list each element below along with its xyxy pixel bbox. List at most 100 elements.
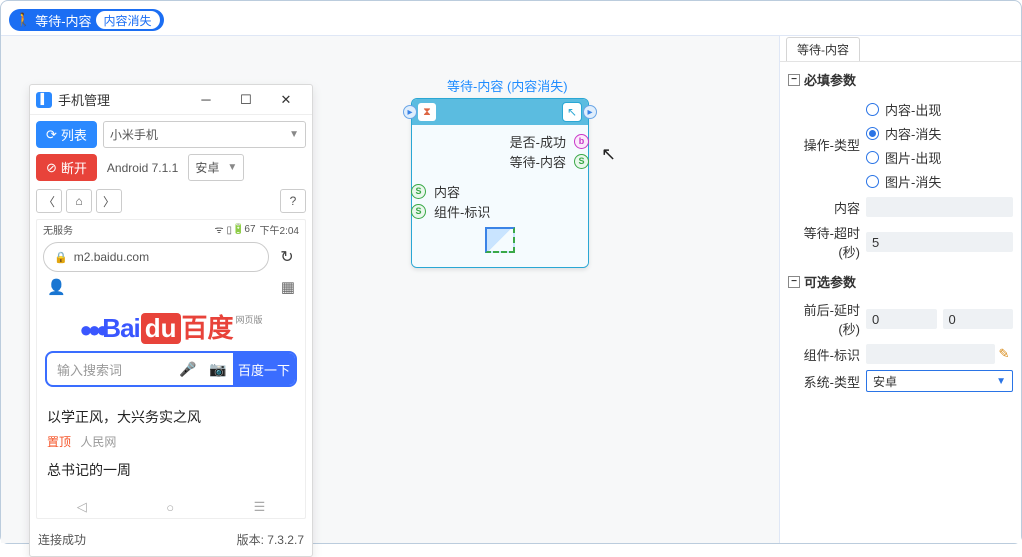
window-title: 手机管理 <box>58 90 186 109</box>
radio-option[interactable]: 图片-消失 <box>866 172 1013 191</box>
out-port-string[interactable]: S <box>574 154 589 169</box>
flow-out-port[interactable]: ▸ <box>583 105 597 119</box>
search-box[interactable]: 输入搜索词 🎤 📷 百度一下 <box>45 351 297 387</box>
system-type-label: 系统-类型 <box>788 372 866 391</box>
out-success-label: 是否-成功 <box>510 132 566 151</box>
radio-option[interactable]: 内容-出现 <box>866 100 1013 119</box>
connection-status: 连接成功 <box>38 531 86 548</box>
minimize-button[interactable]: ─ <box>186 86 226 114</box>
timeout-input[interactable]: 5 <box>866 232 1013 252</box>
panel-tab[interactable]: 等待-内容 <box>786 37 860 61</box>
radio-icon <box>866 103 879 116</box>
cursor-icon: ↖ <box>601 144 616 165</box>
out-port-bool[interactable]: b <box>574 134 589 149</box>
flow-in-port[interactable]: ▸ <box>403 105 417 119</box>
list-button[interactable]: ⟳ 列表 <box>36 121 97 148</box>
reload-button[interactable]: ↻ <box>275 247 299 267</box>
feed-item-2[interactable]: 总书记的一周 <box>47 458 295 486</box>
delay-before-input[interactable]: 0 <box>866 309 937 329</box>
node-title: 等待-内容 (内容消失) <box>411 76 589 98</box>
radio-option[interactable]: 内容-消失 <box>866 124 1013 143</box>
device-value: 小米手机 <box>110 126 158 143</box>
disconnect-button[interactable]: ⊘ 断开 <box>36 154 97 181</box>
component-id-input[interactable] <box>866 344 995 364</box>
phone-manager-window: ▌ 手机管理 ─ ☐ ✕ ⟳ 列表 小米手机 ▼ <box>29 84 313 557</box>
address-bar[interactable]: 🔒 m2.baidu.com <box>43 242 269 272</box>
chevron-down-icon: ▼ <box>227 162 237 173</box>
help-button[interactable]: ? <box>280 189 306 213</box>
workflow-canvas[interactable]: ▌ 手机管理 ─ ☐ ✕ ⟳ 列表 小米手机 ▼ <box>1 35 779 543</box>
camera-icon[interactable]: 📷 <box>203 353 233 385</box>
signal-icon: ᯤ ▯ <box>215 222 232 236</box>
badge-main: 等待-内容 <box>35 11 91 30</box>
list-label: 列表 <box>61 125 87 144</box>
out-wait-label: 等待-内容 <box>510 152 566 171</box>
device-select[interactable]: 小米手机 ▼ <box>103 121 306 148</box>
radio-label: 内容-消失 <box>885 124 941 143</box>
paw-icon: ●●● <box>79 317 104 343</box>
nav-home-icon[interactable]: ○ <box>166 500 174 515</box>
edit-icon[interactable]: ✎ <box>995 346 1013 362</box>
forward-button[interactable]: 〉 <box>96 189 122 213</box>
required-section-title: 必填参数 <box>804 70 856 89</box>
feed-item-1[interactable]: 以学正风，大兴务实之风 <box>47 403 295 431</box>
clock: 下午2:04 <box>260 222 299 237</box>
hourglass-icon: ⧗ <box>418 103 436 121</box>
grid-icon[interactable]: ▦ <box>281 278 295 296</box>
radio-label: 图片-出现 <box>885 148 941 167</box>
os-text: Android 7.1.1 <box>103 161 182 175</box>
search-button[interactable]: 百度一下 <box>233 353 295 385</box>
content-label: 内容 <box>788 198 866 217</box>
walk-icon: 🚶 <box>15 12 31 28</box>
forbid-icon: ⊘ <box>46 160 57 176</box>
in-component-label: 组件-标识 <box>434 202 490 221</box>
in-content-label: 内容 <box>434 182 460 201</box>
nav-recent-icon[interactable]: ☰ <box>254 499 266 515</box>
badge-sub: 内容消失 <box>96 11 160 29</box>
properties-panel: 等待-内容 − 必填参数 操作-类型 内容-出现内容-消失图片-出现图片-消失 … <box>779 35 1021 543</box>
collapse-toggle[interactable]: − <box>788 276 800 288</box>
disconnect-label: 断开 <box>61 158 87 177</box>
search-input[interactable]: 输入搜索词 <box>47 353 173 385</box>
workflow-node[interactable]: ▸ ▸ ⧗ ↖ 是否-成功 b 等待-内容 S <box>411 98 589 268</box>
service-status: 无服务 <box>43 222 215 237</box>
cursor-select-icon[interactable]: ↖ <box>562 102 582 122</box>
pin-label: 置顶 <box>47 435 71 449</box>
home-button[interactable]: ⌂ <box>66 189 92 213</box>
operation-type-label: 操作-类型 <box>788 135 866 154</box>
radio-label: 图片-消失 <box>885 172 941 191</box>
feed-source: 人民网 <box>80 435 116 449</box>
lock-icon: 🔒 <box>54 251 68 264</box>
version-label: 版本: 7.3.2.7 <box>237 531 304 548</box>
radio-icon <box>866 175 879 188</box>
timeout-label: 等待-超时(秒) <box>788 223 866 261</box>
user-icon[interactable]: 👤 <box>47 278 66 296</box>
selection-icon <box>485 227 515 253</box>
phone-icon: ▌ <box>36 92 52 108</box>
radio-icon <box>866 127 879 140</box>
baidu-logo: ●●● Bai du 百度 网页版 <box>37 304 305 351</box>
component-id-label: 组件-标识 <box>788 345 866 364</box>
optional-section-title: 可选参数 <box>804 272 856 291</box>
in-port-content[interactable]: S <box>411 184 426 199</box>
delay-after-input[interactable]: 0 <box>943 309 1014 329</box>
chevron-down-icon: ▼ <box>289 129 299 140</box>
back-button[interactable]: 〈 <box>36 189 62 213</box>
battery-level: 67 <box>244 224 255 235</box>
collapse-toggle[interactable]: − <box>788 74 800 86</box>
voice-icon[interactable]: 🎤 <box>173 353 203 385</box>
platform-value: 安卓 <box>195 159 219 176</box>
radio-label: 内容-出现 <box>885 100 941 119</box>
delay-label: 前后-延时(秒) <box>788 300 866 338</box>
phone-screen: 无服务 ᯤ ▯ 🔋 67 下午2:04 🔒 m2.baidu.com ↻ <box>36 219 306 519</box>
system-type-select[interactable]: 安卓 ▼ <box>866 370 1013 392</box>
content-input[interactable] <box>866 197 1013 217</box>
battery-icon: 🔋 <box>232 224 244 235</box>
radio-option[interactable]: 图片-出现 <box>866 148 1013 167</box>
platform-select[interactable]: 安卓 ▼ <box>188 154 244 181</box>
radio-icon <box>866 151 879 164</box>
nav-back-icon[interactable]: ◁ <box>77 499 87 515</box>
close-button[interactable]: ✕ <box>266 86 306 114</box>
maximize-button[interactable]: ☐ <box>226 86 266 114</box>
in-port-component[interactable]: S <box>411 204 426 219</box>
